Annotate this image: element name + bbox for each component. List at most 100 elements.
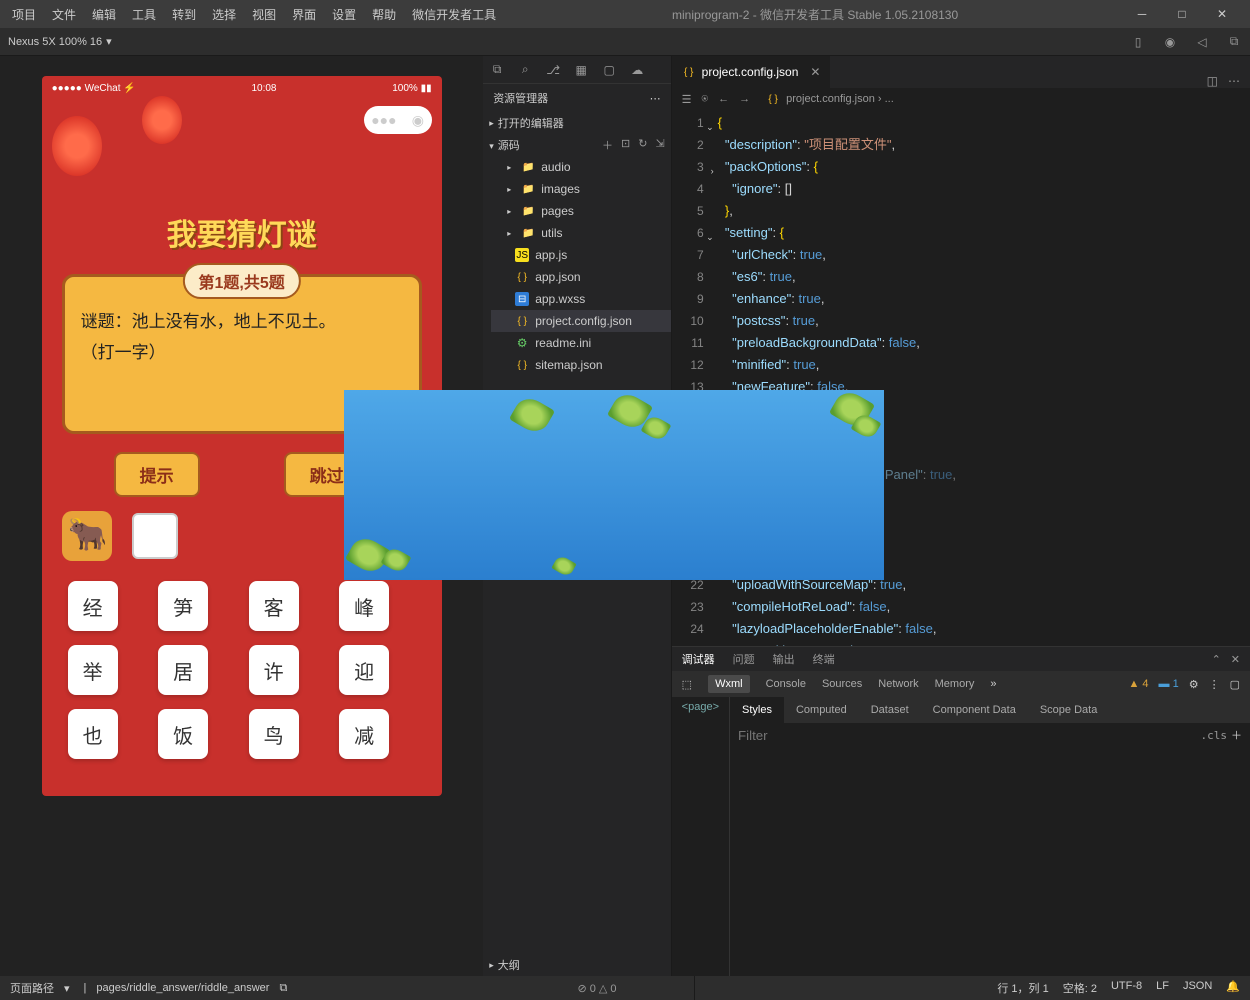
menu-icon[interactable]: ⋮ (1209, 678, 1220, 691)
tab-terminal[interactable]: 终端 (813, 651, 835, 667)
wxml-tree[interactable]: <page> (672, 697, 730, 976)
files-icon[interactable]: ⧉ (489, 62, 505, 78)
cls-toggle[interactable]: .cls (1197, 727, 1232, 744)
collapse-icon[interactable]: ⇲ (655, 137, 664, 153)
refresh-icon[interactable]: ↻ (638, 137, 647, 153)
file-sitemap.json[interactable]: { }sitemap.json (491, 354, 670, 376)
info-badge[interactable]: ▬ 1 (1159, 678, 1179, 690)
menu-文件[interactable]: 文件 (44, 2, 84, 27)
char-button[interactable]: 饭 (158, 709, 208, 759)
char-button[interactable]: 居 (158, 645, 208, 695)
menu-微信开发者工具[interactable]: 微信开发者工具 (404, 2, 504, 27)
device-picker[interactable]: Nexus 5X 100% 16▾ (8, 35, 112, 48)
tab-debugger[interactable]: 调试器 (682, 651, 715, 667)
tab-computed[interactable]: Computed (784, 697, 859, 723)
grid-icon[interactable]: ▦ (573, 62, 589, 78)
tab-memory[interactable]: Memory (935, 678, 975, 690)
menu-选择[interactable]: 选择 (204, 2, 244, 27)
char-button[interactable]: 减 (339, 709, 389, 759)
hint-button[interactable]: 提示 (114, 452, 200, 497)
mute-icon[interactable]: ◁ (1194, 34, 1210, 50)
outline-section[interactable]: ▸大纲 (483, 954, 670, 976)
more-icon[interactable]: ⋯ (650, 92, 661, 105)
status-item[interactable]: 空格: 2 (1063, 980, 1097, 996)
char-button[interactable]: 鸟 (249, 709, 299, 759)
char-button[interactable]: 经 (68, 581, 118, 631)
menu-编辑[interactable]: 编辑 (84, 2, 124, 27)
breadcrumb[interactable]: ☰ ⍟ ← → { } project.config.json › ... (672, 88, 1250, 110)
file-app.wxss[interactable]: ⊟app.wxss (491, 288, 670, 310)
char-button[interactable]: 举 (68, 645, 118, 695)
tab-sources[interactable]: Sources (822, 678, 862, 690)
record-icon[interactable]: ◉ (1162, 34, 1178, 50)
status-item[interactable]: 行 1，列 1 (997, 980, 1048, 996)
file-readme.ini[interactable]: ⚙readme.ini (491, 332, 670, 354)
gear-icon[interactable]: ⚙ (1189, 678, 1199, 691)
inspect-icon[interactable]: ⬚ (682, 678, 692, 691)
chevron-up-icon[interactable]: ⌃ (1212, 653, 1221, 666)
char-button[interactable]: 笋 (158, 581, 208, 631)
maximize-button[interactable]: □ (1166, 2, 1198, 26)
menu-界面[interactable]: 界面 (284, 2, 324, 27)
new-folder-icon[interactable]: ⊡ (621, 137, 630, 153)
char-button[interactable]: 许 (249, 645, 299, 695)
char-button[interactable]: 峰 (339, 581, 389, 631)
bookmark-icon[interactable]: ⍟ (702, 93, 709, 106)
split-icon[interactable]: ◫ (1207, 74, 1218, 88)
expand-icon[interactable]: ▢ (1230, 678, 1240, 691)
phone-icon[interactable]: ▯ (1130, 34, 1146, 50)
file-app.json[interactable]: { }app.json (491, 266, 670, 288)
status-item[interactable]: UTF-8 (1111, 980, 1142, 996)
folder-utils[interactable]: ▸📁utils (491, 222, 670, 244)
tab-problems[interactable]: 问题 (733, 651, 755, 667)
new-file-icon[interactable]: ＋ (602, 137, 613, 153)
menu-视图[interactable]: 视图 (244, 2, 284, 27)
close-icon[interactable]: ✕ (1231, 653, 1240, 666)
back-icon[interactable]: ← (718, 93, 729, 106)
menu-工具[interactable]: 工具 (124, 2, 164, 27)
tab-project-config[interactable]: { } project.config.json ✕ (672, 56, 832, 88)
branch-icon[interactable]: ⎇ (545, 62, 561, 78)
tab-wxml[interactable]: Wxml (708, 675, 750, 693)
warning-badge[interactable]: ▲ 4 (1128, 678, 1148, 690)
copy-path-icon[interactable]: ⧉ (279, 982, 287, 995)
answer-slot[interactable] (132, 513, 178, 559)
close-tab-icon[interactable]: ✕ (810, 65, 820, 79)
search-icon[interactable]: ⌕ (517, 62, 533, 78)
tab-styles[interactable]: Styles (730, 697, 784, 723)
tab-component-data[interactable]: Component Data (921, 697, 1028, 723)
menu-设置[interactable]: 设置 (324, 2, 364, 27)
file-app.js[interactable]: JSapp.js (491, 244, 670, 266)
cloud-icon[interactable]: ☁ (629, 62, 645, 78)
char-button[interactable]: 迎 (339, 645, 389, 695)
status-item[interactable]: LF (1156, 980, 1169, 996)
char-button[interactable]: 也 (68, 709, 118, 759)
close-button[interactable]: ✕ (1206, 2, 1238, 26)
menu-帮助[interactable]: 帮助 (364, 2, 404, 27)
page-path[interactable]: pages/riddle_answer/riddle_answer (96, 982, 269, 994)
box-icon[interactable]: ▢ (601, 62, 617, 78)
tab-dataset[interactable]: Dataset (859, 697, 921, 723)
more-icon[interactable]: ⋯ (1228, 74, 1240, 88)
bell-icon[interactable]: 🔔 (1226, 980, 1240, 996)
tab-output[interactable]: 输出 (773, 651, 795, 667)
folder-images[interactable]: ▸📁images (491, 178, 670, 200)
file-project.config.json[interactable]: { }project.config.json (491, 310, 670, 332)
list-icon[interactable]: ☰ (682, 93, 692, 106)
folder-audio[interactable]: ▸📁audio (491, 156, 670, 178)
filter-input[interactable] (738, 728, 1197, 743)
add-style-icon[interactable]: ＋ (1231, 727, 1242, 743)
tab-scope-data[interactable]: Scope Data (1028, 697, 1109, 723)
minimize-button[interactable]: ─ (1126, 2, 1158, 26)
tab-console[interactable]: Console (766, 678, 806, 690)
status-item[interactable]: JSON (1183, 980, 1212, 996)
tab-network[interactable]: Network (878, 678, 918, 690)
open-editors-section[interactable]: ▸打开的编辑器 (483, 112, 670, 134)
menu-转到[interactable]: 转到 (164, 2, 204, 27)
folder-pages[interactable]: ▸📁pages (491, 200, 670, 222)
more-tabs-icon[interactable]: » (990, 678, 996, 690)
char-button[interactable]: 客 (249, 581, 299, 631)
menu-项目[interactable]: 项目 (4, 2, 44, 27)
copy-icon[interactable]: ⧉ (1226, 34, 1242, 50)
forward-icon[interactable]: → (739, 93, 750, 106)
